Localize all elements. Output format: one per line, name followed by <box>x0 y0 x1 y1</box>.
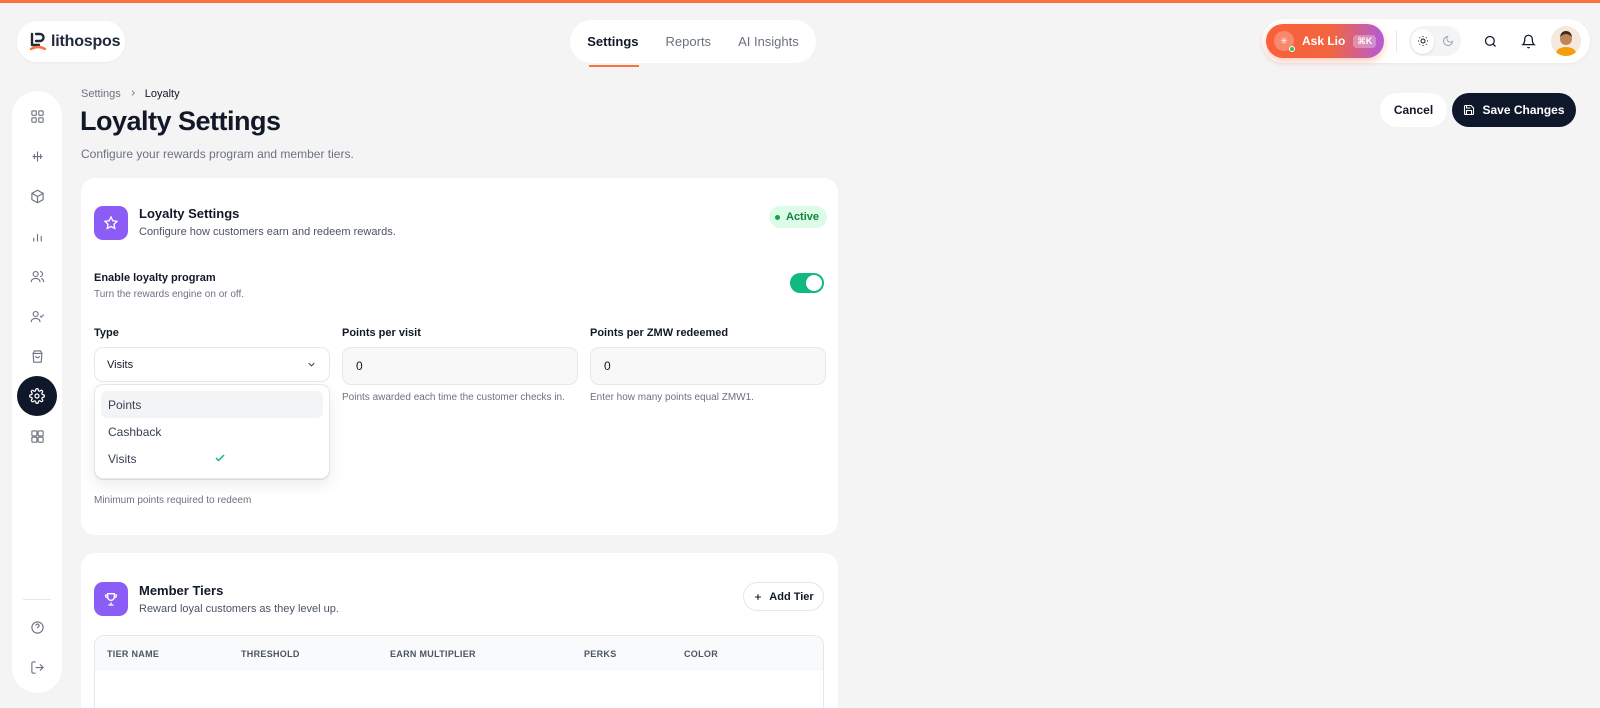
brand-logo[interactable]: lithospos <box>17 21 125 62</box>
option-visits-label: Visits <box>108 451 137 466</box>
chevron-down-icon <box>308 362 315 367</box>
user-check-icon[interactable] <box>17 296 57 336</box>
min-points-help: Minimum points required to redeem <box>94 495 252 506</box>
points-per-visit-input[interactable]: 0 <box>342 347 578 385</box>
shortcut-badge: ⌘K <box>1353 34 1377 48</box>
option-visits[interactable]: Visits <box>101 445 323 472</box>
option-points[interactable]: Points <box>101 391 323 418</box>
card-subtitle: Reward loyal customers as they level up. <box>139 603 339 615</box>
avatar[interactable] <box>1551 26 1581 56</box>
status-dot <box>775 214 780 220</box>
ask-lio-button[interactable]: ✳ Ask Lio ⌘K <box>1266 24 1384 58</box>
card-title: Loyalty Settings <box>139 206 240 221</box>
page-title: Loyalty Settings <box>80 106 281 136</box>
trophy-icon <box>94 582 128 616</box>
breadcrumb-parent[interactable]: Settings <box>81 88 121 100</box>
points-per-zmw-help: Enter how many points equal ZMW1. <box>590 392 754 403</box>
table-header: TIER NAME THRESHOLD EARN MULTIPLIER PERK… <box>95 636 823 671</box>
tab-ai-insights[interactable]: AI Insights <box>738 20 799 63</box>
points-per-visit-label: Points per visit <box>342 327 421 339</box>
check-icon <box>215 454 225 462</box>
enable-loyalty-toggle[interactable] <box>790 273 824 293</box>
logo-mark-icon <box>29 32 47 50</box>
col-color: COLOR <box>684 648 718 659</box>
type-dropdown-menu: Points Cashback Visits <box>94 384 330 479</box>
type-select[interactable]: Visits <box>94 347 330 382</box>
online-dot <box>1289 46 1295 52</box>
type-select-value: Visits <box>107 358 134 371</box>
breadcrumb: Settings Loyalty <box>81 88 180 100</box>
enable-loyalty-label: Enable loyalty program <box>94 272 216 284</box>
points-per-zmw-input[interactable]: 0 <box>590 347 826 385</box>
star-icon <box>94 206 128 240</box>
tab-reports[interactable]: Reports <box>666 20 712 63</box>
type-label: Type <box>94 327 119 339</box>
save-changes-button[interactable]: Save Changes <box>1452 93 1576 127</box>
status-badge: Active <box>769 206 828 228</box>
member-tiers-card: Member Tiers Reward loyal customers as t… <box>81 553 838 708</box>
page-subtitle: Configure your rewards program and membe… <box>81 147 354 161</box>
card-subtitle: Configure how customers earn and redeem … <box>139 226 396 238</box>
col-tier-name: TIER NAME <box>107 648 160 659</box>
col-perks: PERKS <box>584 648 617 659</box>
top-nav: Settings Reports AI Insights <box>570 20 816 67</box>
points-per-visit-help: Points awarded each time the customer ch… <box>342 392 565 403</box>
save-icon <box>1464 104 1475 116</box>
col-earn-multiplier: EARN MULTIPLIER <box>390 648 476 659</box>
status-text: Active <box>786 211 820 223</box>
help-icon[interactable] <box>17 607 57 647</box>
chevron-right-icon <box>129 88 137 100</box>
sidebar-divider <box>23 599 51 600</box>
tiers-table: TIER NAME THRESHOLD EARN MULTIPLIER PERK… <box>94 635 824 708</box>
cancel-button[interactable]: Cancel <box>1380 93 1447 127</box>
tab-settings[interactable]: Settings <box>587 20 639 67</box>
breadcrumb-current: Loyalty <box>144 88 180 100</box>
brand-name: lithospos <box>51 32 121 50</box>
col-threshold: THRESHOLD <box>241 648 300 659</box>
search-icon[interactable] <box>1471 22 1509 60</box>
add-tier-label: Add Tier <box>769 590 814 603</box>
apps-icon[interactable] <box>17 416 57 456</box>
toolbar-divider <box>1396 30 1397 52</box>
bar-chart-icon[interactable] <box>17 216 57 256</box>
points-per-zmw-label: Points per ZMW redeemed <box>590 327 729 339</box>
users-icon[interactable] <box>17 256 57 296</box>
top-right-toolbar: ✳ Ask Lio ⌘K <box>1262 19 1590 63</box>
enable-loyalty-help: Turn the rewards engine on or off. <box>94 289 245 300</box>
option-cashback[interactable]: Cashback <box>101 418 323 445</box>
sidebar <box>12 91 62 693</box>
theme-toggle[interactable] <box>1409 26 1461 56</box>
shopping-bag-icon[interactable] <box>17 336 57 376</box>
sun-icon[interactable] <box>1411 28 1434 54</box>
plus-icon <box>755 593 762 600</box>
ask-lio-label: Ask Lio <box>1302 34 1346 48</box>
bell-icon[interactable] <box>1509 22 1547 60</box>
card-title: Member Tiers <box>139 583 224 598</box>
top-accent-line <box>0 0 1600 3</box>
logout-icon[interactable] <box>17 647 57 687</box>
dashboard-icon[interactable] <box>17 96 57 136</box>
box-icon[interactable] <box>17 176 57 216</box>
add-tier-button[interactable]: Add Tier <box>743 582 824 611</box>
toggle-knob <box>806 275 822 291</box>
save-changes-label: Save Changes <box>1482 103 1565 117</box>
sparkle-icon: ✳ <box>1274 31 1295 52</box>
sliders-icon[interactable] <box>17 136 57 176</box>
loyalty-settings-card: Loyalty Settings Configure how customers… <box>81 178 838 535</box>
moon-icon[interactable] <box>1436 29 1459 54</box>
gear-icon[interactable] <box>17 376 57 416</box>
